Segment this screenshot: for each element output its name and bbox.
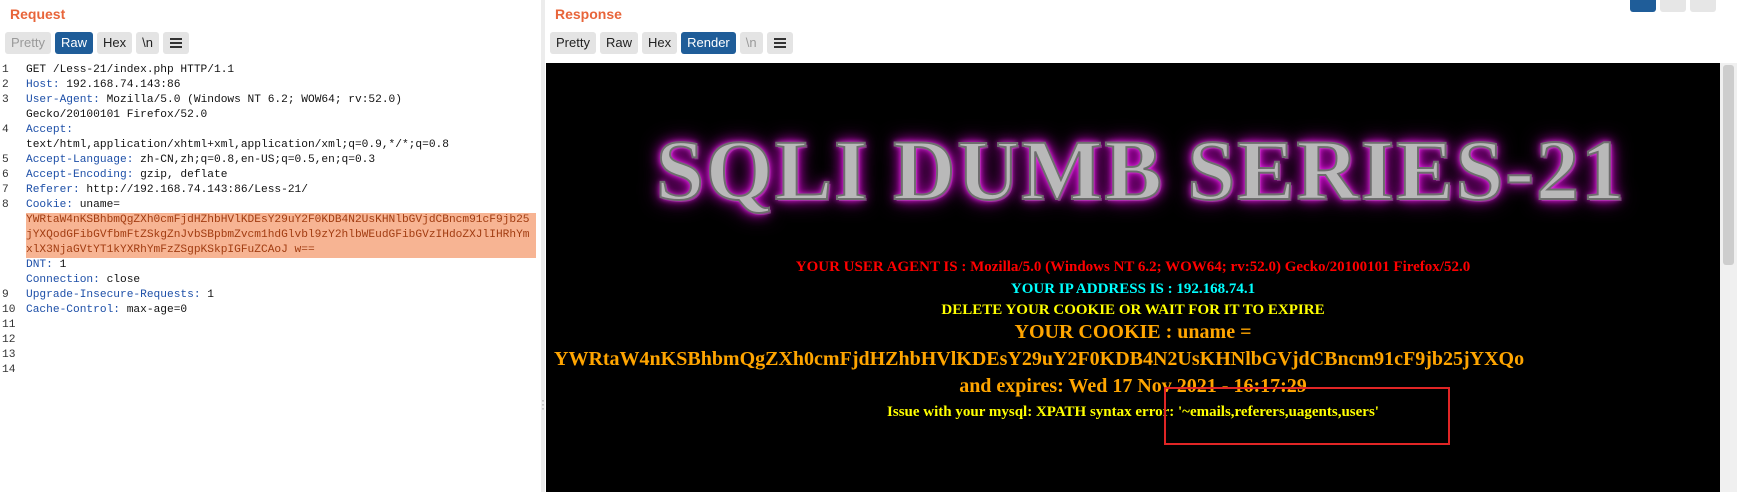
- header-name: Upgrade-Insecure-Requests:: [26, 289, 201, 301]
- header-name: Referer:: [26, 184, 80, 196]
- response-toolbar: Pretty Raw Hex Render \n: [550, 32, 793, 54]
- header-value: text/html,application/xhtml+xml,applicat…: [26, 139, 449, 151]
- request-line-text: GET /Less-21/index.php HTTP/1.1: [26, 64, 235, 76]
- cookie-value-line: YWRtaW4nKSBhbmQgZXh0cmFjdHZhbHVlKDEsY29u…: [554, 348, 1525, 370]
- line-number: 14: [2, 364, 16, 376]
- cookie-payload-highlight[interactable]: YWRtaW4nKSBhbmQgZXh0cmFjdHZhbHVlKDEsY29u…: [26, 213, 536, 258]
- request-tab-raw[interactable]: Raw: [54, 32, 93, 54]
- line-number: 1: [2, 64, 9, 76]
- header-name: Accept-Encoding:: [26, 169, 134, 181]
- header-name: User-Agent:: [26, 94, 100, 106]
- request-line: Host: 192.168.74.143:86: [26, 78, 536, 93]
- header-name: Accept:: [26, 124, 73, 136]
- line-number: 12: [2, 334, 16, 346]
- line-number: 3: [2, 94, 9, 106]
- request-line: User-Agent: Mozilla/5.0 (Windows NT 6.2;…: [26, 93, 536, 108]
- request-toolbar: Pretty Raw Hex \n: [5, 32, 189, 54]
- header-name: Cookie:: [26, 199, 73, 211]
- header-name: Cache-Control:: [26, 304, 120, 316]
- hamburger-menu-icon: [773, 38, 786, 48]
- header-value: 1: [200, 289, 214, 301]
- response-tab-raw[interactable]: Raw: [599, 32, 638, 54]
- line-number: 9: [2, 289, 9, 301]
- scrollbar-thumb[interactable]: [1723, 65, 1734, 265]
- request-line: GET /Less-21/index.php HTTP/1.1: [26, 63, 536, 78]
- request-line: Gecko/20100101 Firefox/52.0: [26, 108, 536, 123]
- error-highlight-box: [1164, 387, 1450, 445]
- response-tab-render[interactable]: Render: [681, 32, 736, 54]
- delete-cookie-line: DELETE YOUR COOKIE OR WAIT FOR IT TO EXP…: [941, 302, 1325, 318]
- header-value: uname=: [73, 199, 120, 211]
- header-name: Host:: [26, 79, 60, 91]
- pane-divider[interactable]: [541, 0, 545, 492]
- sqli-banner: SQLI DUMB SERIES-21: [655, 122, 1626, 218]
- response-pane-title: Response: [555, 6, 622, 22]
- line-number: 6: [2, 169, 9, 181]
- line-number: 11: [2, 319, 16, 331]
- request-pane-title: Request: [10, 6, 66, 22]
- header-value: http://192.168.74.143:86/Less-21/: [79, 184, 308, 196]
- request-line: text/html,application/xhtml+xml,applicat…: [26, 138, 536, 153]
- request-line: Referer: http://192.168.74.143:86/Less-2…: [26, 183, 536, 198]
- request-tab-newline[interactable]: \n: [136, 32, 159, 54]
- request-line-numbers: 1 2 3 4 5 6 7 8 9 10 11 12 13 14: [0, 63, 20, 492]
- ip-address-line: YOUR IP ADDRESS IS : 192.168.74.1: [1010, 281, 1256, 297]
- header-name: DNT:: [26, 259, 53, 271]
- line-number: 4: [2, 124, 9, 136]
- request-line: Cache-Control: max-age=0: [26, 303, 536, 318]
- request-line: Upgrade-Insecure-Requests: 1: [26, 288, 536, 303]
- header-value: Gecko/20100101 Firefox/52.0: [26, 109, 208, 121]
- header-value: zh-CN,zh;q=0.8,en-US;q=0.5,en;q=0.3: [133, 154, 376, 166]
- header-value: 192.168.74.143:86: [59, 79, 181, 91]
- header-value: close: [99, 274, 141, 286]
- user-agent-line: YOUR USER AGENT IS : Mozilla/5.0 (Window…: [795, 259, 1471, 275]
- line-number: 5: [2, 154, 9, 166]
- expires-line: and expires: Wed 17 Nov 2021 - 16:17:29: [959, 375, 1307, 397]
- response-menu-button[interactable]: [766, 32, 793, 54]
- cookie-heading: YOUR COOKIE : uname =: [1014, 321, 1252, 343]
- request-line: Cookie: uname=: [26, 198, 536, 213]
- line-number: 13: [2, 349, 16, 361]
- layout-side-by-side-button[interactable]: [1630, 0, 1656, 12]
- request-editor[interactable]: GET /Less-21/index.php HTTP/1.1 Host: 19…: [26, 63, 536, 318]
- response-render-view: SQLI DUMB SERIES-21 YOUR USER AGENT IS :…: [546, 63, 1720, 492]
- hamburger-menu-icon: [169, 38, 182, 48]
- line-number: 10: [2, 304, 16, 316]
- request-menu-button[interactable]: [162, 32, 189, 54]
- header-value: gzip, deflate: [133, 169, 228, 181]
- header-value: Mozilla/5.0 (Windows NT 6.2; WOW64; rv:5…: [99, 94, 402, 106]
- header-name: Accept-Language:: [26, 154, 134, 166]
- request-line: Accept-Encoding: gzip, deflate: [26, 168, 536, 183]
- header-name: Connection:: [26, 274, 100, 286]
- request-line: DNT: 1: [26, 258, 536, 273]
- line-number: 8: [2, 199, 9, 211]
- line-number: 7: [2, 184, 9, 196]
- request-line: Accept:: [26, 123, 536, 138]
- layout-tabs-button[interactable]: [1690, 0, 1716, 12]
- response-tab-hex[interactable]: Hex: [641, 32, 678, 54]
- request-line: Connection: close: [26, 273, 536, 288]
- response-tab-newline[interactable]: \n: [739, 32, 763, 54]
- layout-stacked-button[interactable]: [1660, 0, 1686, 12]
- line-number: 2: [2, 79, 9, 91]
- request-tab-pretty[interactable]: Pretty: [5, 32, 51, 54]
- response-scrollbar[interactable]: [1720, 63, 1737, 492]
- request-tab-hex[interactable]: Hex: [96, 32, 133, 54]
- request-line: Accept-Language: zh-CN,zh;q=0.8,en-US;q=…: [26, 153, 536, 168]
- header-value: 1: [52, 259, 67, 271]
- header-value: max-age=0: [120, 304, 188, 316]
- divider-grip-icon[interactable]: · · ·: [541, 394, 545, 414]
- response-tab-pretty[interactable]: Pretty: [550, 32, 596, 54]
- mysql-error-line: Issue with your mysql: XPATH syntax erro…: [887, 404, 1379, 420]
